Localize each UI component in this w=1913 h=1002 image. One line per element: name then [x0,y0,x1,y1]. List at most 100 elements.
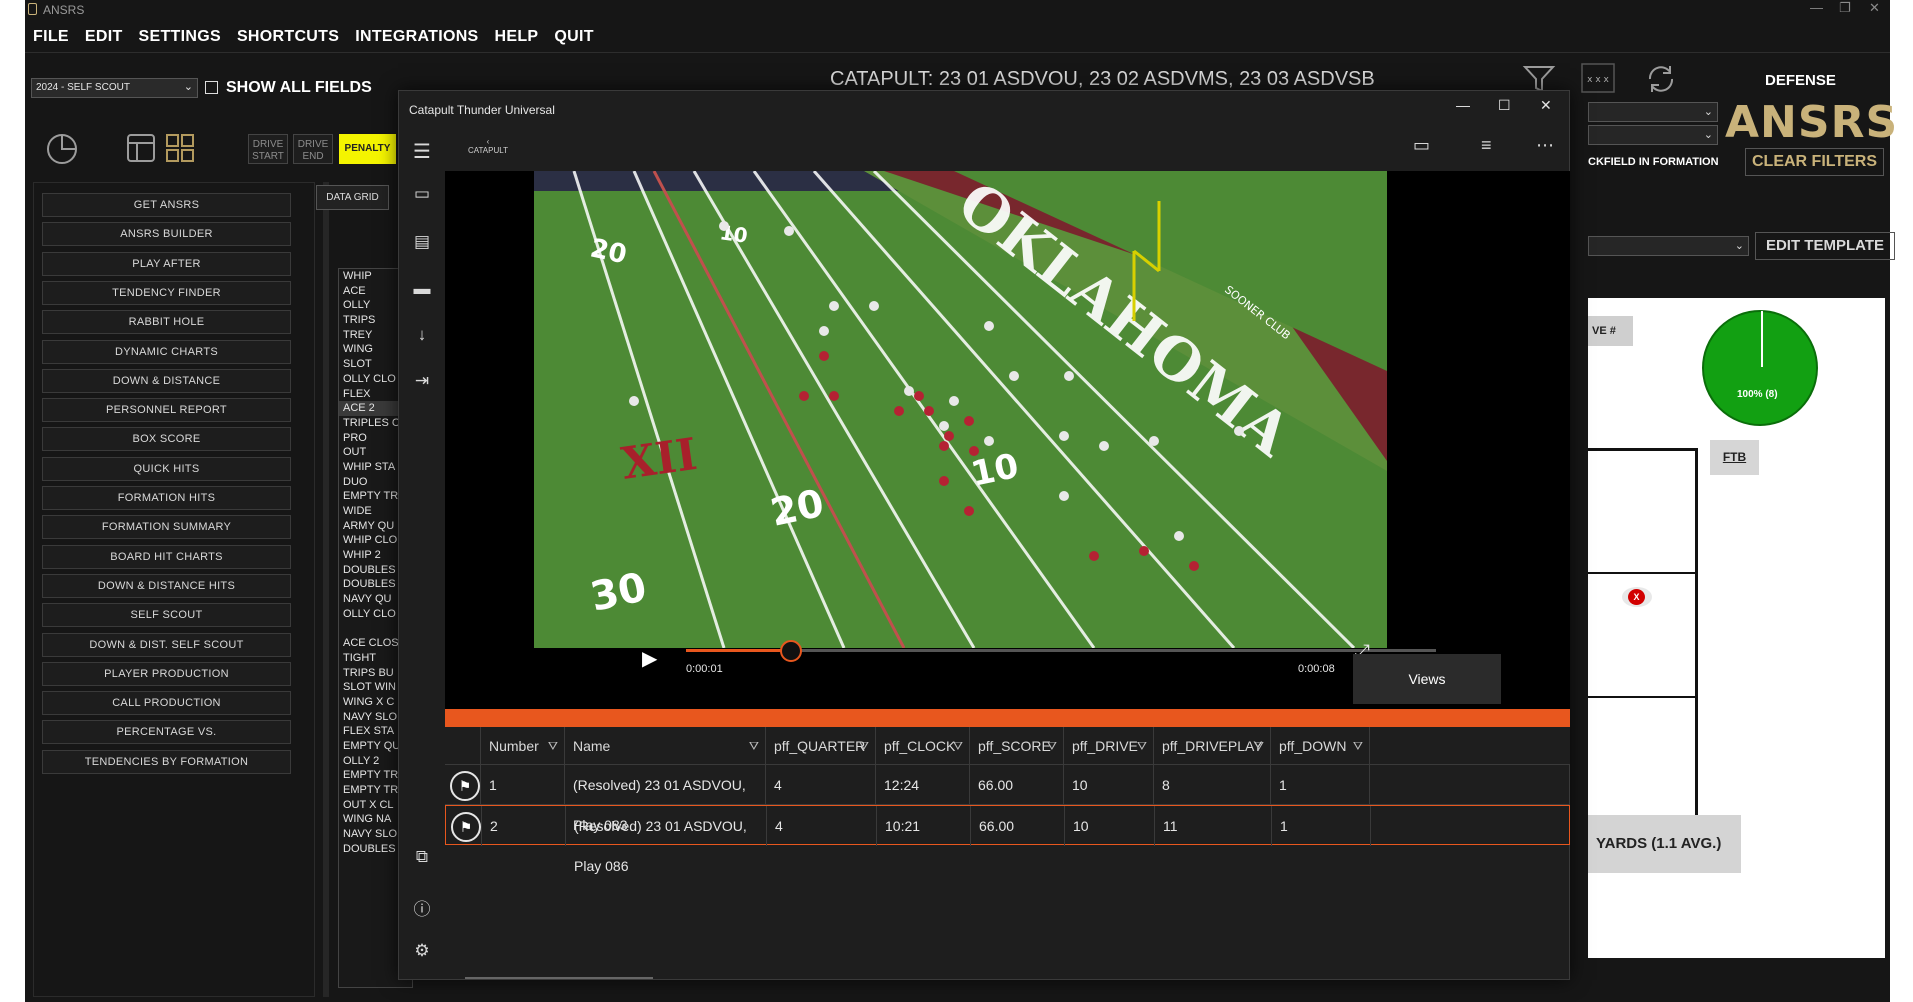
app-title: ANSRS [43,3,85,17]
nav-button-down-distance[interactable]: DOWN & DISTANCE [42,368,291,393]
settings-icon[interactable]: ⚙ [399,941,445,961]
season-select[interactable]: 2024 - SELF SCOUT ⌄ [31,78,198,98]
play-marker[interactable]: X [1622,587,1652,607]
edit-template-button[interactable]: EDIT TEMPLATE [1755,232,1895,260]
column-header-drive[interactable]: pff_DRIVE ⛛ [1064,727,1154,765]
list-icon[interactable]: ≡ [1481,135,1492,156]
menu-shortcuts[interactable]: SHORTCUTS [229,24,347,50]
column-header-name[interactable]: Name ⛛ [565,727,766,765]
nav-button-tendencies-by-formation[interactable]: TENDENCIES BY FORMATION [42,749,291,774]
info-icon[interactable]: ⓘ [399,895,445,920]
filter-icon[interactable]: ⛛ [548,727,558,765]
menu-integrations[interactable]: INTEGRATIONS [347,24,486,50]
nav-button-personnel-report[interactable]: PERSONNEL REPORT [42,398,291,423]
filter-icon[interactable]: ⛛ [1137,727,1147,765]
hamburger-menu-icon[interactable]: ☰ [399,139,445,164]
filter-icon[interactable]: ⛛ [1047,727,1057,765]
refresh-icon[interactable] [1643,62,1679,101]
flag-cell[interactable]: ⚑ [446,806,482,846]
pie-chart-icon[interactable] [45,132,79,171]
nav-button-down-dist-self-scout[interactable]: DOWN & DIST. SELF SCOUT [42,632,291,657]
filter-icon[interactable]: ⛛ [1254,727,1264,765]
filter-icon[interactable]: ⛛ [1353,727,1363,765]
nav-button-box-score[interactable]: BOX SCORE [42,427,291,452]
column-header-score[interactable]: pff_SCORE ⛛ [970,727,1064,765]
flag-cell[interactable]: ⚑ [445,765,481,805]
book-icon[interactable]: ▤ [399,232,445,252]
download-icon[interactable]: ↓ [399,325,445,345]
nav-button-ansrs-builder[interactable]: ANSRS BUILDER [42,222,291,247]
column-header-driveplay[interactable]: pff_DRIVEPLAY ⛛ [1154,727,1271,765]
flag-icon[interactable]: ⚑ [451,812,481,842]
nav-button-percentage-vs[interactable]: PERCENTAGE VS. [42,720,291,745]
column-header-number[interactable]: Number ⛛ [481,727,565,765]
clear-filters-button[interactable]: CLEAR FILTERS [1745,148,1884,176]
video-frame[interactable]: 20 10 20 30 10 XII OKLAHOMA SOONER CLUB [534,171,1387,648]
show-all-fields-checkbox[interactable] [205,81,218,94]
table-row-selected[interactable]: ⚑ 2 (Resolved) 23 01 ASDVOU, Play 086 4 … [445,805,1570,874]
chevron-down-icon: ⌄ [183,81,193,93]
nav-button-dynamic-charts[interactable]: DYNAMIC CHARTS [42,339,291,364]
panel-splitter[interactable] [323,182,329,997]
filter-dropdown-2[interactable]: ⌄ [1588,125,1718,145]
formation-grid-icon[interactable]: x x x [1580,62,1616,99]
maximize-icon[interactable]: ☐ [1498,97,1511,114]
grid-icon[interactable] [165,133,195,168]
minimize-icon[interactable]: — [1810,0,1823,15]
cell-quarter: 4 [767,806,877,846]
drive-end-button[interactable]: DRIVE END [293,134,333,164]
nav-button-player-production[interactable]: PLAYER PRODUCTION [42,661,291,686]
drive-start-line1: DRIVE [252,139,284,150]
camera-icon[interactable]: ▭ [1413,135,1430,156]
more-icon[interactable]: ⋯ [1536,135,1554,156]
play-icon[interactable]: ▶ [642,646,657,671]
video-camera-icon[interactable]: ▭ [399,184,445,204]
close-icon[interactable]: ✕ [1869,0,1880,16]
menu-edit[interactable]: EDIT [77,24,131,50]
ftb-label[interactable]: FTB [1710,440,1759,475]
template-dropdown[interactable]: ⌄ [1588,236,1749,256]
flag-icon[interactable]: ⚑ [450,771,480,801]
nav-button-get-ansrs[interactable]: GET ANSRS [42,193,291,217]
restore-icon[interactable]: ❐ [1839,0,1851,16]
nav-button-formation-hits[interactable]: FORMATION HITS [42,486,291,510]
drive-start-button[interactable]: DRIVE START [248,134,288,164]
layout-icon[interactable] [126,133,156,168]
nav-button-down-distance-hits[interactable]: DOWN & DISTANCE HITS [42,573,291,598]
views-button[interactable]: Views [1353,654,1501,704]
nav-button-self-scout[interactable]: SELF SCOUT [42,603,291,628]
menu-file[interactable]: FILE [25,24,77,50]
table-row[interactable]: ⚑ 1 (Resolved) 23 01 ASDVOU, Play 083 4 … [445,765,1570,833]
menu-quit[interactable]: QUIT [546,24,601,50]
minimize-icon[interactable]: — [1456,97,1470,113]
nav-button-tendency-finder[interactable]: TENDENCY FINDER [42,280,291,305]
close-icon[interactable]: ✕ [1540,97,1552,114]
nav-button-board-hit-charts[interactable]: BOARD HIT CHARTS [42,544,291,569]
nav-button-play-after[interactable]: PLAY AFTER [42,251,291,276]
football-field-image: 20 10 20 30 10 XII OKLAHOMA SOONER CLUB [534,171,1387,648]
nav-button-formation-summary[interactable]: FORMATION SUMMARY [42,515,291,540]
filter-icon[interactable]: ⛛ [749,727,759,765]
horizontal-scrollbar[interactable] [465,977,653,979]
menu-settings[interactable]: SETTINGS [131,24,229,50]
flag-column-header [445,727,481,765]
column-header-clock[interactable]: pff_CLOCK ⛛ [876,727,970,765]
nav-button-call-production[interactable]: CALL PRODUCTION [42,691,291,716]
column-header-quarter[interactable]: pff_QUARTER ⛛ [766,727,876,765]
penalty-button[interactable]: PENALTY [339,134,396,164]
drive-end-line1: DRIVE [297,139,329,150]
layers-icon[interactable]: ⧉ [399,847,445,867]
subtitles-icon[interactable]: ▬ [399,279,445,299]
pie-label: 100% (8) [1737,389,1778,400]
filter-icon[interactable]: ⛛ [953,727,963,765]
tab-data-grid[interactable]: DATA GRID [316,185,389,210]
nav-button-quick-hits[interactable]: QUICK HITS [42,456,291,481]
column-header-down[interactable]: pff_DOWN ⛛ [1271,727,1370,765]
filter-dropdown-1[interactable]: ⌄ [1588,102,1718,122]
export-icon[interactable]: ⇥ [399,371,445,391]
filter-icon[interactable]: ⛛ [859,727,869,765]
nav-button-rabbit-hole[interactable]: RABBIT HOLE [42,310,291,335]
menu-help[interactable]: HELP [487,24,547,50]
progress-handle[interactable] [780,640,802,662]
pie-divider [1761,311,1763,367]
